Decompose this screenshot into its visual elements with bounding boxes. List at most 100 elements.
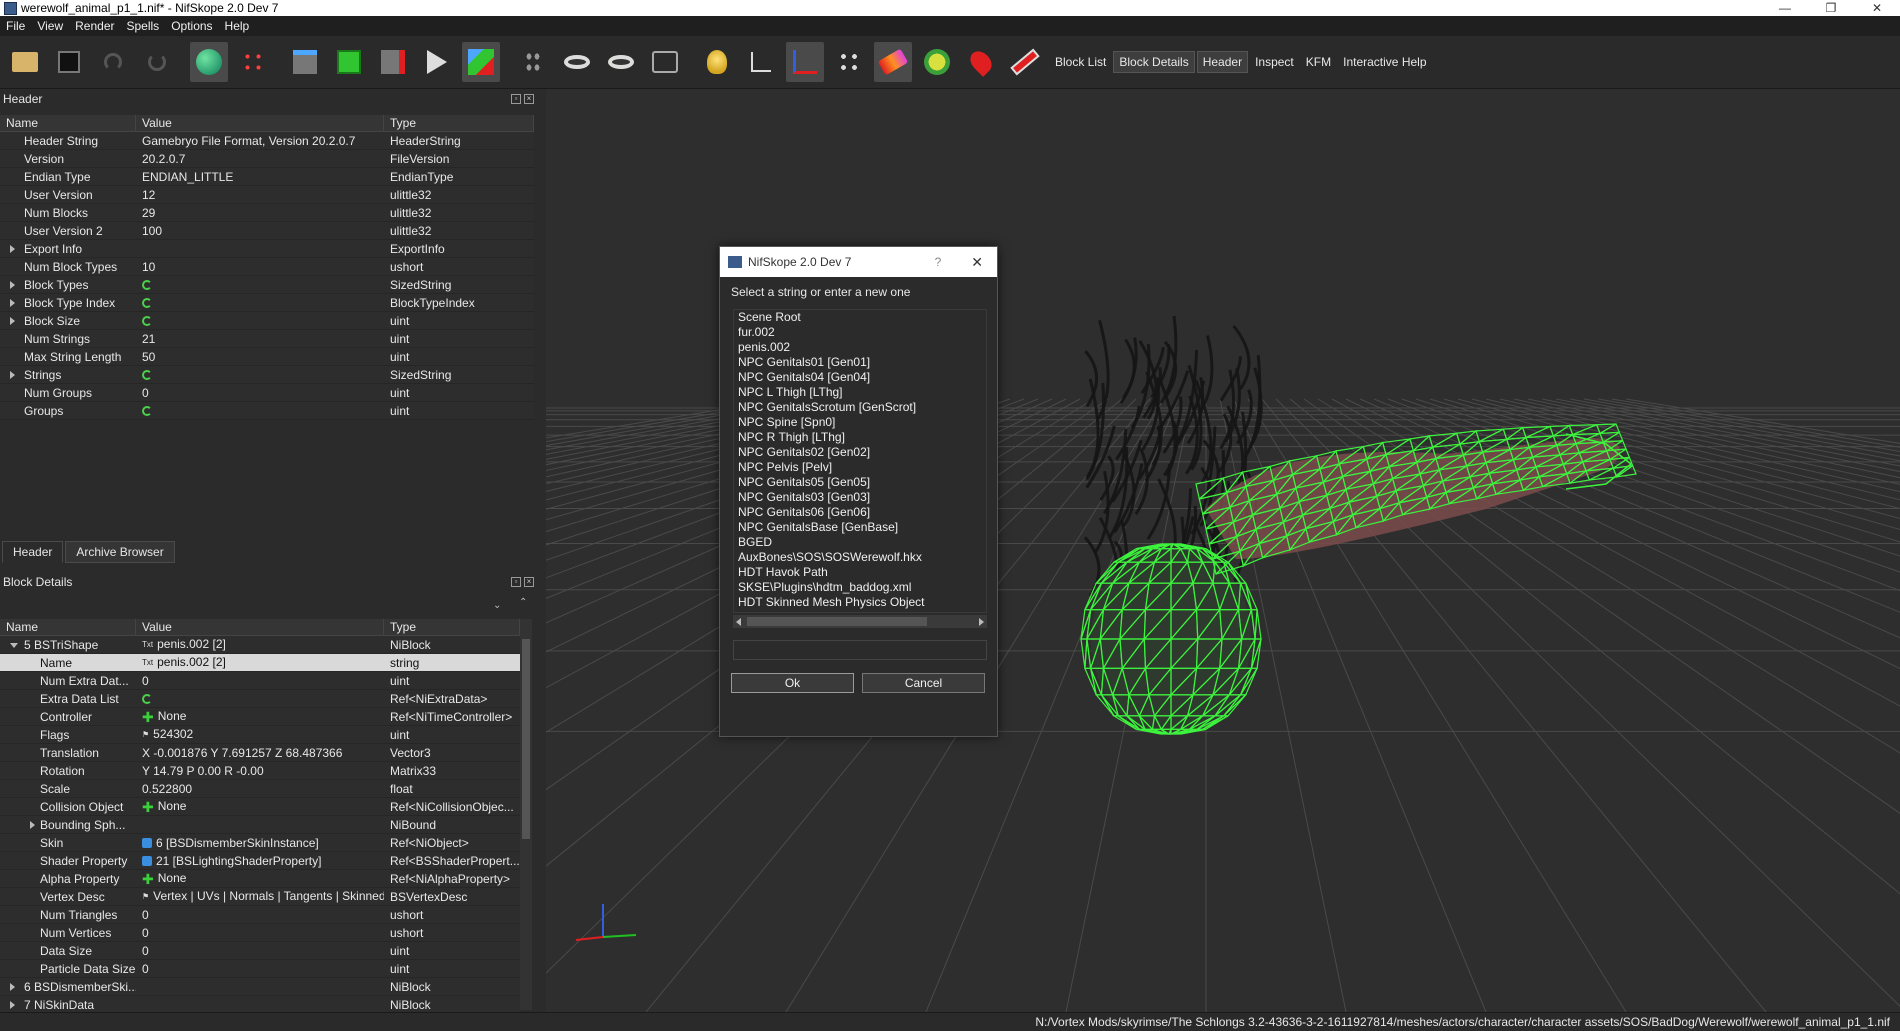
table-row[interactable]: Header String Gamebryo File Format, Versi… — [0, 132, 534, 150]
row-value[interactable]: Txt penis.002 [2] — [136, 636, 384, 654]
float-panel-icon[interactable]: ▫ — [511, 577, 521, 587]
list-item[interactable]: NPC Genitals04 [Gen04] — [734, 370, 986, 385]
list-item[interactable]: NPC Pelvis [Pelv] — [734, 460, 986, 475]
table-row[interactable]: Alpha Property ✚ None Ref<NiAlphaProperty> — [0, 870, 520, 888]
expand-arrow-icon[interactable] — [10, 299, 15, 307]
list-item[interactable]: SKSE\Plugins\hdtSkinnedMeshConfigs\MaleS… — [734, 610, 986, 613]
open-file-icon[interactable] — [6, 42, 44, 82]
row-value[interactable]: ✚ None — [136, 707, 384, 726]
scroll-right-icon[interactable] — [979, 618, 984, 626]
table-row[interactable]: Skin 6 [BSDismemberSkinInstance] Ref<NiObj… — [0, 834, 520, 852]
list-item[interactable]: AuxBones\SOS\SOSWerewolf.hkx — [734, 550, 986, 565]
show-hidden-icon[interactable] — [558, 42, 596, 82]
list-item[interactable]: Scene Root — [734, 310, 986, 325]
row-value[interactable]: 10 — [136, 258, 384, 276]
scroll-left-icon[interactable] — [736, 618, 741, 626]
minimize-button[interactable]: — — [1762, 1, 1808, 15]
float-panel-icon[interactable]: ▫ — [511, 94, 521, 104]
close-panel-icon[interactable]: × — [524, 577, 534, 587]
block-details-scrollbar[interactable] — [520, 619, 532, 1010]
table-row[interactable]: Extra Data List Ref<NiExtraData> — [0, 690, 520, 708]
add-icon[interactable]: ✚ — [142, 798, 154, 816]
expand-arrow-icon[interactable] — [30, 821, 35, 829]
menu-help[interactable]: Help — [219, 19, 256, 33]
flags-icon[interactable]: ⚑ — [142, 888, 149, 906]
row-value[interactable]: 0.522800 — [136, 780, 384, 798]
list-item[interactable]: HDT Havok Path — [734, 565, 986, 580]
hide-markers-icon[interactable] — [1006, 42, 1044, 82]
list-item[interactable]: BGED — [734, 535, 986, 550]
inspect-button[interactable]: Inspect — [1250, 52, 1299, 72]
row-value[interactable]: 21 [BSLightingShaderProperty] — [136, 852, 384, 870]
collapse-arrow-icon[interactable] — [10, 643, 18, 648]
row-value[interactable]: 100 — [136, 222, 384, 240]
table-row[interactable]: Num Blocks 29 ulittle32 — [0, 204, 534, 222]
table-row[interactable]: Collision Object ✚ None Ref<NiCollisionObje… — [0, 798, 520, 816]
table-row[interactable]: Num Vertices 0 ushort — [0, 924, 520, 942]
row-value[interactable]: Txt penis.002 [2] — [136, 653, 384, 672]
column-value[interactable]: Value — [136, 619, 384, 635]
row-value[interactable]: ENDIAN_LITTLE — [136, 168, 384, 186]
show-collision-icon[interactable] — [874, 42, 912, 82]
undo-icon[interactable] — [94, 42, 132, 82]
table-row[interactable]: Endian Type ENDIAN_LITTLE EndianType — [0, 168, 534, 186]
block-list-button[interactable]: Block List — [1050, 52, 1111, 72]
table-row[interactable]: Vertex Desc ⚑ Vertex | UVs | Normals | Tan… — [0, 888, 520, 906]
show-skeleton-icon[interactable] — [830, 42, 868, 82]
kfm-button[interactable]: KFM — [1301, 52, 1336, 72]
column-name[interactable]: Name — [0, 619, 136, 635]
table-row[interactable]: Num Triangles 0 ushort — [0, 906, 520, 924]
menu-render[interactable]: Render — [69, 19, 120, 33]
help-icon[interactable]: ? — [935, 255, 942, 269]
tab-archive-browser[interactable]: Archive Browser — [65, 541, 174, 563]
row-value[interactable]: 50 — [136, 348, 384, 366]
view-top-icon[interactable] — [286, 42, 324, 82]
scroll-thumb[interactable] — [522, 639, 530, 839]
show-nodes-icon[interactable] — [786, 42, 824, 82]
block-details-button[interactable]: Block Details — [1113, 51, 1194, 73]
row-value[interactable] — [136, 690, 384, 708]
view-side-icon[interactable] — [374, 42, 412, 82]
row-value[interactable] — [136, 276, 384, 294]
row-value[interactable]: 6 [BSDismemberSkinInstance] — [136, 834, 384, 852]
row-value[interactable] — [136, 366, 384, 384]
list-item[interactable]: NPC Genitals03 [Gen03] — [734, 490, 986, 505]
header-button[interactable]: Header — [1197, 51, 1248, 73]
tab-header[interactable]: Header — [2, 541, 63, 563]
menu-file[interactable]: File — [0, 19, 31, 33]
scroll-thumb[interactable] — [747, 617, 927, 626]
row-value[interactable]: 12 — [136, 186, 384, 204]
redo-icon[interactable] — [138, 42, 176, 82]
close-window-button[interactable]: ✕ — [1854, 1, 1900, 15]
table-row[interactable]: Strings SizedString — [0, 366, 534, 384]
list-item[interactable]: SKSE\Plugins\hdtm_baddog.xml — [734, 580, 986, 595]
menu-options[interactable]: Options — [165, 19, 218, 33]
list-item[interactable]: NPC Genitals02 [Gen02] — [734, 445, 986, 460]
list-item[interactable]: NPC R Thigh [LThg] — [734, 430, 986, 445]
table-row[interactable]: Block Type Index BlockTypeIndex — [0, 294, 534, 312]
show-markers-icon[interactable] — [962, 42, 1000, 82]
view-perspective-icon[interactable] — [462, 42, 500, 82]
expand-arrow-icon[interactable] — [10, 371, 15, 379]
show-constraints-icon[interactable] — [918, 42, 956, 82]
table-row[interactable]: 5 BSTriShape Txt penis.002 [2] NiBlock — [0, 636, 520, 654]
row-value[interactable]: 0 — [136, 672, 384, 690]
flags-icon[interactable]: ⚑ — [142, 726, 149, 744]
table-row[interactable]: Num Block Types 10 ushort — [0, 258, 534, 276]
table-row[interactable]: Num Strings 21 uint — [0, 330, 534, 348]
collapse-all-icon[interactable]: ⌄ — [493, 600, 501, 611]
add-icon[interactable]: ✚ — [142, 870, 154, 888]
list-item[interactable]: fur.002 — [734, 325, 986, 340]
row-value[interactable]: Gamebryo File Format, Version 20.2.0.7 — [136, 132, 384, 150]
table-row[interactable]: Shader Property 21 [BSLightingShaderPrope… — [0, 852, 520, 870]
table-row[interactable]: Export Info ExportInfo — [0, 240, 534, 258]
table-row[interactable]: Name Txt penis.002 [2] string — [0, 654, 520, 672]
row-value[interactable]: 0 — [136, 960, 384, 978]
column-type[interactable]: Type — [384, 115, 534, 131]
maximize-button[interactable]: ❐ — [1808, 1, 1854, 15]
list-item[interactable]: NPC L Thigh [LThg] — [734, 385, 986, 400]
table-row[interactable]: Scale 0.522800 float — [0, 780, 520, 798]
list-item[interactable]: NPC Genitals01 [Gen01] — [734, 355, 986, 370]
row-value[interactable]: 21 — [136, 330, 384, 348]
row-value[interactable] — [136, 402, 384, 420]
